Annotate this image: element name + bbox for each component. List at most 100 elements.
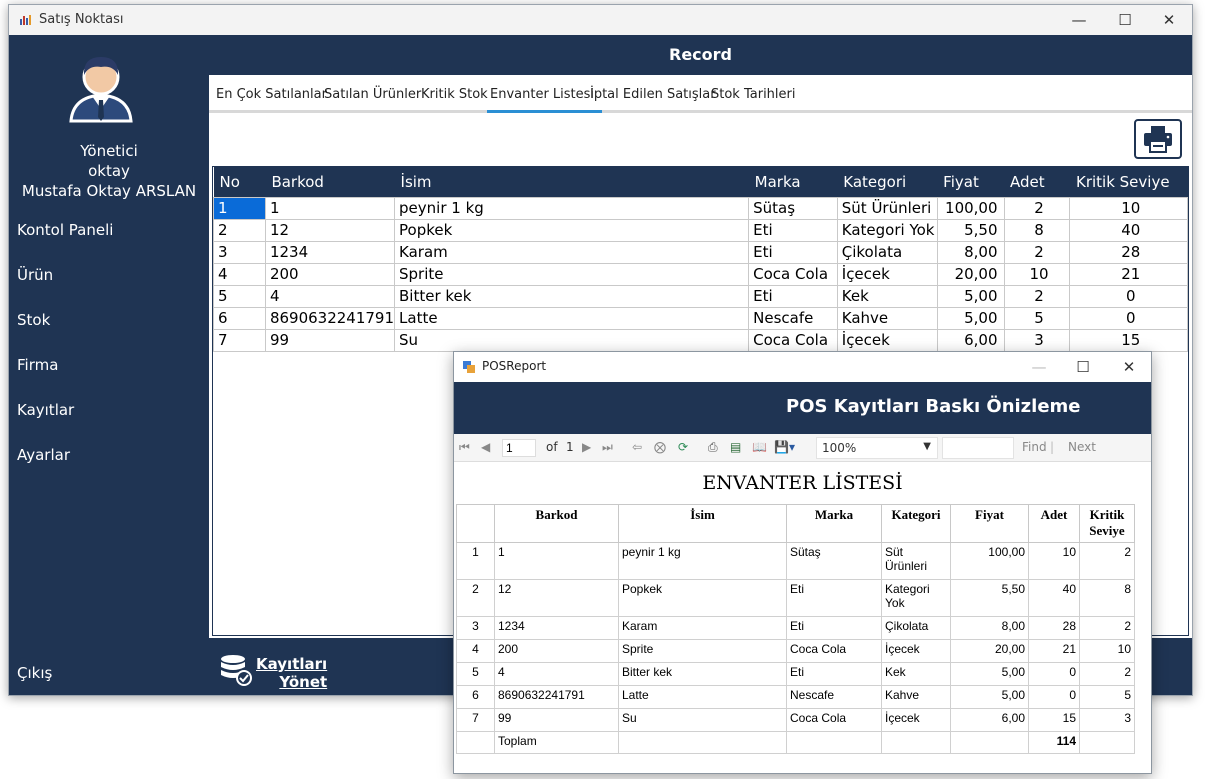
cell[interactable]: 2 [1003, 196, 1071, 220]
col-header-brand[interactable]: Marka [748, 167, 838, 197]
col-header-critical-level[interactable]: Kritik Seviye [1069, 167, 1188, 197]
cell[interactable]: 6,00 [936, 328, 1005, 352]
next-button[interactable]: Next [1068, 440, 1096, 454]
cell[interactable]: Karam [394, 240, 750, 264]
cell[interactable]: 12 [264, 218, 396, 242]
col-header-price[interactable]: Fiyat [937, 167, 1005, 197]
stop-icon[interactable]: ⨂ [654, 440, 666, 454]
back-icon[interactable]: ⇦ [632, 440, 642, 454]
cell[interactable]: 3 [1003, 328, 1071, 352]
page-setup-icon[interactable]: 📖 [752, 440, 767, 454]
cell[interactable]: 8,00 [936, 240, 1005, 264]
tab-stock-dates[interactable]: Stok Tarihleri [711, 87, 795, 110]
report-close-button[interactable]: ✕ [1106, 352, 1152, 382]
cell[interactable]: İçecek [836, 328, 938, 352]
cell[interactable]: Nescafe [748, 306, 838, 330]
cell[interactable]: Kahve [836, 306, 938, 330]
nav-stock[interactable]: Stok [17, 311, 50, 329]
cell[interactable]: 100,00 [936, 196, 1005, 220]
nav-control-panel[interactable]: Kontol Paneli [17, 221, 113, 239]
refresh-icon[interactable]: ⟳ [678, 440, 688, 454]
cell[interactable]: 8690632241791 [264, 306, 396, 330]
next-page-icon[interactable]: ▶ [582, 440, 591, 454]
export-icon[interactable]: 💾▾ [774, 440, 795, 454]
first-page-icon[interactable]: ⏮ [459, 440, 470, 455]
cell[interactable]: peynir 1 kg [394, 196, 750, 220]
table-row[interactable]: 6 8690632241791 Latte Nescafe Kahve 5,00 5 0 [213, 306, 1188, 330]
table-row[interactable]: 5 4 Bitter kek Eti Kek 5,00 2 0 [213, 284, 1188, 308]
prev-page-icon[interactable]: ◀ [481, 440, 490, 454]
table-row[interactable]: 2 12 Popkek Eti Kategori Yok 5,50 8 40 [213, 218, 1188, 242]
cell[interactable]: 7 [213, 328, 266, 352]
print-icon[interactable]: ⎙ [708, 440, 718, 455]
maximize-button[interactable]: ☐ [1102, 5, 1148, 35]
tab-critical-stock[interactable]: Kritik Stok [421, 87, 488, 110]
cell[interactable]: 20,00 [936, 262, 1005, 286]
cell[interactable]: 21 [1069, 262, 1188, 286]
col-header-no[interactable]: No [213, 167, 266, 197]
nav-records[interactable]: Kayıtlar [17, 401, 74, 419]
find-button[interactable]: Find [1022, 440, 1047, 454]
cell[interactable]: 15 [1069, 328, 1188, 352]
cell[interactable]: 5 [213, 284, 266, 308]
col-header-category[interactable]: Kategori [837, 167, 938, 197]
close-button[interactable]: ✕ [1146, 5, 1192, 35]
cell[interactable]: 28 [1069, 240, 1188, 264]
report-maximize-button[interactable]: ☐ [1060, 352, 1106, 382]
cell[interactable]: Eti [748, 218, 838, 242]
cell[interactable]: Popkek [394, 218, 750, 242]
cell[interactable]: 4 [264, 284, 396, 308]
nav-product[interactable]: Ürün [17, 266, 53, 284]
cell[interactable]: 1 [213, 196, 266, 220]
cell[interactable]: İçecek [836, 262, 938, 286]
cell[interactable]: 40 [1069, 218, 1188, 242]
cell[interactable]: 6 [213, 306, 266, 330]
col-header-quantity[interactable]: Adet [1004, 167, 1070, 197]
cell[interactable]: 2 [1003, 240, 1071, 264]
cell[interactable]: 0 [1069, 306, 1188, 330]
zoom-select[interactable]: 100% ▼ [816, 437, 938, 459]
print-button[interactable] [1134, 119, 1182, 159]
nav-settings[interactable]: Ayarlar [17, 446, 70, 464]
cell[interactable]: Kategori Yok [836, 218, 938, 242]
cell[interactable]: Bitter kek [394, 284, 750, 308]
cell[interactable]: 5,50 [936, 218, 1005, 242]
cell[interactable]: 3 [213, 240, 266, 264]
cell[interactable]: Çikolata [836, 240, 938, 264]
table-row[interactable]: 1 1 peynir 1 kg Sütaş Süt Ürünleri 100,00 2 10 [213, 196, 1188, 220]
report-minimize-button[interactable]: — [1016, 352, 1062, 382]
col-header-name[interactable]: İsim [394, 167, 749, 197]
cell[interactable]: 1 [264, 196, 396, 220]
cell[interactable]: Sütaş [748, 196, 838, 220]
cell[interactable]: Coca Cola [748, 262, 838, 286]
nav-company[interactable]: Firma [17, 356, 58, 374]
cell[interactable]: 5,00 [936, 306, 1005, 330]
cell[interactable]: Coca Cola [748, 328, 838, 352]
cell[interactable]: Eti [748, 240, 838, 264]
cell[interactable]: Eti [748, 284, 838, 308]
table-row[interactable]: 7 99 Su Coca Cola İçecek 6,00 3 15 [213, 328, 1188, 352]
logout-button[interactable]: Çıkış [17, 664, 52, 682]
cell[interactable]: Su [394, 328, 750, 352]
cell[interactable]: Sprite [394, 262, 750, 286]
cell[interactable]: 99 [264, 328, 396, 352]
last-page-icon[interactable]: ⏭ [602, 440, 613, 455]
minimize-button[interactable]: — [1056, 5, 1102, 35]
tab-sold-products[interactable]: Satılan Ürünler [324, 87, 421, 110]
manage-records-link[interactable]: Kayıtları Yönet [256, 655, 327, 691]
page-number-input[interactable] [502, 439, 536, 457]
table-row[interactable]: 4 200 Sprite Coca Cola İçecek 20,00 10 21 [213, 262, 1188, 286]
cell[interactable]: 200 [264, 262, 396, 286]
tab-inventory-list[interactable]: Envanter Listesi [487, 87, 603, 113]
cell[interactable]: 5 [1003, 306, 1071, 330]
cell[interactable]: 10 [1069, 196, 1188, 220]
cell[interactable]: 2 [1003, 284, 1071, 308]
find-input[interactable] [942, 437, 1014, 459]
cell[interactable]: Süt Ürünleri [836, 196, 938, 220]
cell[interactable]: 5,00 [936, 284, 1005, 308]
col-header-barcode[interactable]: Barkod [265, 167, 395, 197]
cell[interactable]: 10 [1003, 262, 1071, 286]
table-row[interactable]: 3 1234 Karam Eti Çikolata 8,00 2 28 [213, 240, 1188, 264]
cell[interactable]: 8 [1003, 218, 1071, 242]
tab-best-sellers[interactable]: En Çok Satılanlar [216, 87, 327, 110]
